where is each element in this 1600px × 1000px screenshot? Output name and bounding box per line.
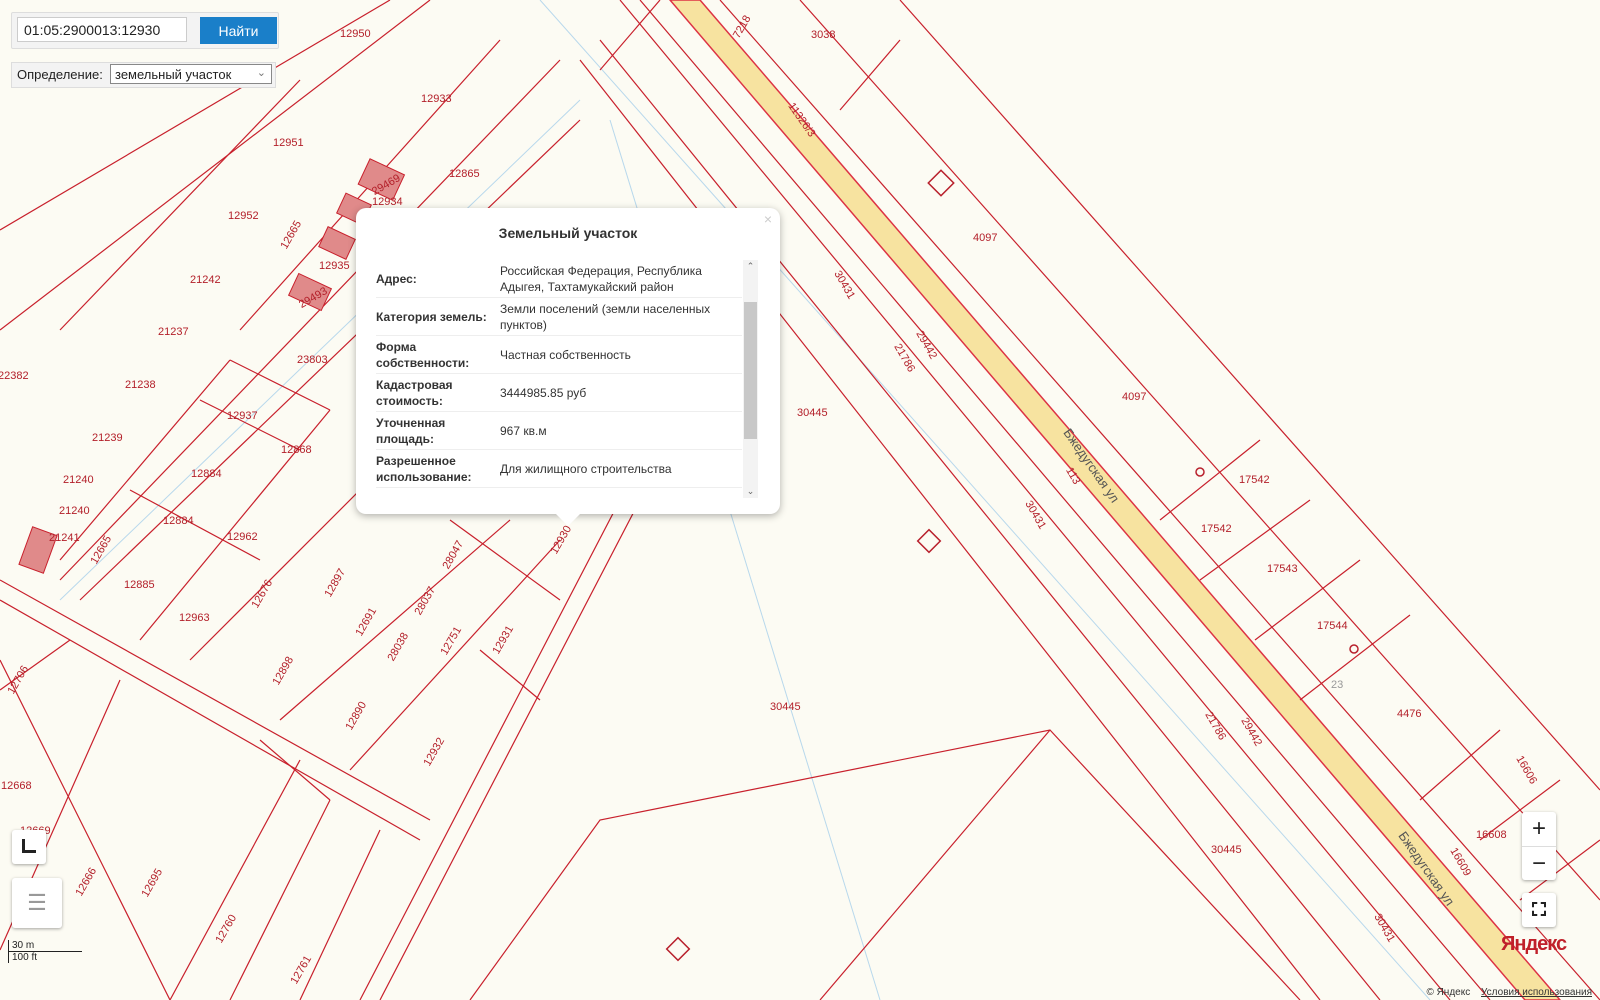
definition-panel: Определение: земельный участок ⌄ — [11, 62, 276, 88]
copyright: © Яндекс — [1426, 987, 1471, 998]
parcel-label[interactable]: 21242 — [190, 274, 221, 286]
definition-selected-value: земельный участок — [115, 67, 232, 82]
parcel-label[interactable]: 21240 — [59, 505, 90, 517]
scroll-up-icon[interactable]: ⌃ — [743, 261, 758, 272]
parcel-label[interactable]: 16608 — [1476, 829, 1507, 841]
popup-title: Земельный участок — [498, 225, 638, 241]
row-key: Разрешенное использование: — [376, 453, 472, 484]
parcel-info-popup: × Земельный участок Адрес: Российская Фед… — [356, 208, 780, 526]
row-key: Форма собственности: — [376, 339, 470, 370]
parcel-label[interactable]: 12963 — [179, 612, 210, 624]
yandex-logo: Яндекс — [1501, 933, 1567, 955]
parcel-label[interactable]: 21241 — [49, 532, 80, 544]
scale-bar: 30 m 100 ft — [8, 940, 82, 963]
row-value: Земли поселений (земли населенных пункто… — [500, 301, 711, 332]
parcel-label[interactable]: 12868 — [281, 444, 312, 456]
parcel-info-table: Адрес: Российская Федерация, Республика А… — [376, 260, 742, 488]
row-key: Адрес: — [376, 271, 417, 286]
parcel-label[interactable]: 12884 — [163, 515, 194, 527]
parcel-label[interactable]: 30445 — [797, 407, 828, 419]
scale-imperial: 100 ft — [8, 952, 82, 963]
map-footer: © Яндекс Условия использования — [1426, 987, 1592, 998]
parcel-label[interactable]: 30445 — [770, 701, 801, 713]
parcel-label[interactable]: 30445 — [1211, 844, 1242, 856]
row-key: Категория земель: — [376, 309, 487, 324]
table-row: Кадастровая стоимость: 3444985.85 руб — [376, 374, 742, 412]
parcel-label[interactable]: 12935 — [319, 260, 350, 272]
definition-select[interactable]: земельный участок ⌄ — [110, 64, 272, 84]
row-key: Уточненная площадь: — [376, 415, 446, 446]
table-row: Категория земель: Земли поселений (земли … — [376, 298, 742, 336]
search-panel: Найти — [11, 12, 279, 49]
parcel-label[interactable]: 12865 — [449, 168, 480, 180]
parcel-label[interactable]: 12952 — [228, 210, 259, 222]
parcel-label[interactable]: 4097 — [973, 232, 997, 244]
parcel-label[interactable]: 12668 — [1, 780, 32, 792]
parcel-label[interactable]: 12934 — [372, 196, 403, 208]
parcel-label[interactable]: 12933 — [421, 93, 452, 105]
parcel-label[interactable]: 21240 — [63, 474, 94, 486]
terms-link[interactable]: Условия использования — [1481, 987, 1592, 998]
definition-label: Определение: — [17, 67, 103, 82]
table-row: Форма собственности: Частная собственност… — [376, 336, 742, 374]
parcel-label[interactable]: 12937 — [227, 410, 258, 422]
zoom-in-button[interactable]: + — [1522, 812, 1556, 847]
row-value: Для жилищного строительства — [500, 461, 672, 476]
parcel-label[interactable]: 22382 — [0, 370, 29, 382]
parcel-label[interactable]: 17542 — [1239, 474, 1270, 486]
cadastral-number-input[interactable] — [17, 17, 187, 42]
zoom-out-button[interactable]: − — [1522, 847, 1556, 880]
parcel-label[interactable]: 23803 — [297, 354, 328, 366]
parcel-label[interactable]: 17544 — [1317, 620, 1348, 632]
chevron-down-icon: ⌄ — [256, 67, 266, 79]
house-number-label: 23 — [1331, 679, 1344, 691]
parcel-label[interactable]: 4476 — [1397, 708, 1421, 720]
layers-icon: ☰ — [27, 890, 47, 915]
row-value: 967 кв.м — [500, 423, 547, 438]
table-row: Уточненная площадь: 967 кв.м — [376, 412, 742, 450]
parcel-label[interactable]: 21239 — [92, 432, 123, 444]
parcel-label[interactable]: 12950 — [340, 28, 371, 40]
popup-scrollbar[interactable]: ⌃ ⌄ — [743, 260, 758, 498]
row-value: Частная собственность — [500, 347, 631, 362]
parcel-label[interactable]: 12885 — [124, 579, 155, 591]
parcel-label[interactable]: 21238 — [125, 379, 156, 391]
table-row: Разрешенное использование: Для жилищного … — [376, 450, 742, 488]
scale-metric: 30 m — [8, 940, 82, 952]
layers-button[interactable]: ☰ — [12, 878, 62, 928]
parcel-label[interactable]: 12951 — [273, 137, 304, 149]
parcel-label[interactable]: 12884 — [191, 468, 222, 480]
row-key: Кадастровая стоимость: — [376, 377, 453, 408]
ruler-icon — [22, 839, 36, 853]
scrollbar-thumb[interactable] — [744, 302, 757, 439]
cadastral-map[interactable] — [0, 0, 1600, 1000]
parcel-label[interactable]: 17542 — [1201, 523, 1232, 535]
parcel-label[interactable]: 12962 — [227, 531, 258, 543]
find-button[interactable]: Найти — [200, 17, 277, 44]
scroll-down-icon[interactable]: ⌄ — [743, 486, 758, 497]
parcel-label[interactable]: 3038 — [811, 29, 835, 41]
zoom-control: + − — [1522, 812, 1556, 880]
row-value: Российская Федерация, Республика Адыгея,… — [500, 263, 702, 294]
fullscreen-icon — [1532, 902, 1546, 916]
row-value: 3444985.85 руб — [500, 385, 587, 400]
parcel-label[interactable]: 4097 — [1122, 391, 1146, 403]
ruler-button[interactable] — [12, 830, 46, 864]
table-row: Адрес: Российская Федерация, Республика А… — [376, 260, 742, 298]
fullscreen-button[interactable] — [1522, 893, 1556, 927]
parcel-label[interactable]: 21237 — [158, 326, 189, 338]
parcel-label[interactable]: 17543 — [1267, 563, 1298, 575]
